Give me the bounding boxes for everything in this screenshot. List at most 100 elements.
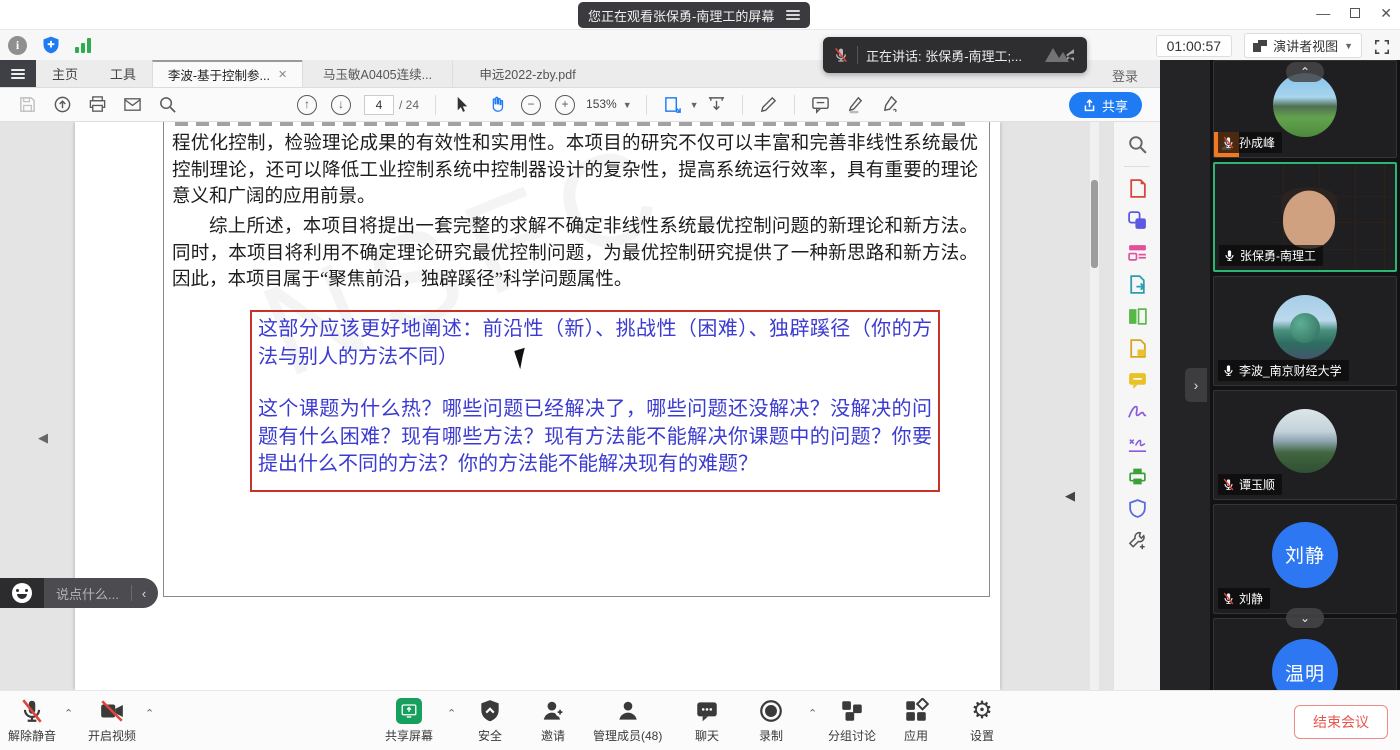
zoom-out-button[interactable]: − <box>521 95 541 115</box>
settings-button[interactable]: ⚙ 设置 <box>970 698 994 744</box>
apps-button[interactable]: 应用 <box>903 698 929 744</box>
save-icon[interactable] <box>18 95 37 114</box>
pdf-menu-button[interactable] <box>0 60 36 87</box>
open-file-icon[interactable] <box>53 95 72 114</box>
manage-members-button[interactable]: 管理成员(48) <box>593 698 662 744</box>
mic-options-chevron[interactable]: ⌃ <box>64 707 73 720</box>
annotation-box[interactable]: 这部分应该更好地阐述：前沿性（新）、挑战性（困难）、独辟蹊径（你的方法与别人的方… <box>250 310 940 492</box>
edit-pencil-icon[interactable] <box>759 95 778 114</box>
zoom-in-button[interactable]: + <box>555 95 575 115</box>
combine-files-icon[interactable] <box>1127 210 1148 231</box>
start-video-button[interactable]: 开启视频 <box>88 698 136 744</box>
previous-page-button[interactable]: ↑ <box>297 95 317 115</box>
comment-icon[interactable] <box>811 95 830 114</box>
search-icon[interactable] <box>1127 134 1148 155</box>
hand-tool-icon[interactable] <box>487 95 506 114</box>
record-options-chevron[interactable]: ⌃ <box>808 707 817 720</box>
fit-width-icon[interactable] <box>707 95 726 114</box>
page-number-input[interactable]: 4 <box>364 95 394 115</box>
banner-menu-icon[interactable] <box>786 8 800 22</box>
share-screen-button[interactable]: 共享屏幕 <box>385 698 433 744</box>
invite-button[interactable]: 邀请 <box>540 698 566 744</box>
document-scrollbar[interactable] <box>1090 122 1099 690</box>
participant-name: 孙成峰 <box>1239 134 1275 151</box>
zoom-dropdown-icon[interactable]: ▼ <box>623 100 632 110</box>
print-production-icon[interactable] <box>1127 466 1148 487</box>
breakout-rooms-button[interactable]: 分组讨论 <box>828 698 876 744</box>
protect-icon[interactable] <box>1127 498 1148 519</box>
convert-pdf-icon[interactable] <box>1127 178 1148 199</box>
zoom-level[interactable]: 153% <box>586 97 617 112</box>
split-view-icon[interactable] <box>1127 306 1148 327</box>
email-icon[interactable] <box>123 95 142 114</box>
search-icon[interactable] <box>158 95 177 114</box>
quick-chat-bar: 说点什么... ‹ <box>0 578 158 608</box>
participant-tile[interactable]: 李波_南京财经大学 <box>1213 276 1397 386</box>
mic-on-icon <box>1222 364 1235 377</box>
unmute-button[interactable]: 解除静音 <box>8 698 56 744</box>
fullscreen-icon[interactable] <box>1374 39 1390 55</box>
members-icon <box>615 698 641 724</box>
participant-tile[interactable]: 温明 <box>1213 618 1397 690</box>
titlebar: 您正在观看张保勇-南理工的屏幕 — ✕ <box>0 0 1400 30</box>
participant-tile[interactable]: 谭玉顺 <box>1213 390 1397 500</box>
login-link[interactable]: 登录 <box>1112 66 1138 85</box>
stamp-sign-icon[interactable] <box>881 95 900 114</box>
participant-tile[interactable]: 刘静 刘静 <box>1213 504 1397 614</box>
next-page-button[interactable]: ↓ <box>331 95 351 115</box>
close-button[interactable]: ✕ <box>1380 4 1392 22</box>
shared-screen-pdf-app: 主页 工具 李波-基于控制参... ✕ 马玉敏A0405连续... 申远2022… <box>0 60 1160 690</box>
maximize-button[interactable] <box>1350 4 1360 22</box>
chat-collapse-arrow-icon[interactable]: ‹ <box>132 586 158 601</box>
fit-dropdown-icon[interactable]: ▼ <box>690 100 699 110</box>
participant-tile-active-speaker[interactable]: 张保勇-南理工 <box>1213 162 1397 272</box>
more-tools-icon[interactable] <box>1127 530 1148 551</box>
sidebar-expand-handle[interactable]: › <box>1185 368 1207 402</box>
fill-sign-icon[interactable] <box>1127 434 1148 455</box>
smiley-icon <box>12 583 32 603</box>
comments-icon[interactable] <box>1127 370 1148 391</box>
minimize-button[interactable]: — <box>1316 4 1330 22</box>
create-file-icon[interactable] <box>1127 338 1148 359</box>
security-button[interactable]: 安全 <box>477 698 503 744</box>
document-viewport[interactable]: ◀ NSFC 程优化控制，检验理论成果的有效性和实用性。本项目的研究不仅可以丰富… <box>0 122 1113 690</box>
sign-icon[interactable] <box>1127 402 1148 423</box>
chat-input[interactable]: 说点什么... <box>44 584 131 603</box>
record-button[interactable]: 录制 <box>758 698 784 744</box>
tab-tools[interactable]: 工具 <box>94 60 152 87</box>
mic-muted-icon <box>1222 136 1235 149</box>
speaking-indicator: 正在讲话: 张保勇-南理工;... <box>823 37 1087 73</box>
doc-tab-active[interactable]: 李波-基于控制参... ✕ <box>152 60 302 87</box>
pdf-share-button[interactable]: 共享 <box>1069 92 1142 118</box>
network-security-shield-icon[interactable] <box>41 35 61 55</box>
meeting-info-icon[interactable]: i <box>8 36 27 55</box>
settings-gear-icon: ⚙ <box>971 698 993 724</box>
tab-home[interactable]: 主页 <box>36 60 94 87</box>
pdf-page: NSFC 程优化控制，检验理论成果的有效性和实用性。本项目的研究不仅可以丰富和完… <box>75 122 1000 690</box>
mic-muted-icon <box>833 47 849 63</box>
participant-sidebar: ⌃ 孙成峰 <box>1210 60 1400 690</box>
emoji-button[interactable] <box>0 578 44 608</box>
highlighter-icon[interactable] <box>846 95 865 114</box>
fit-page-icon[interactable] <box>663 95 682 114</box>
scroll-up-button[interactable]: ⌃ <box>1286 62 1324 82</box>
view-mode-label: 演讲者视图 <box>1273 36 1338 55</box>
mic-on-icon <box>1223 249 1236 262</box>
panel-collapse-arrow-icon[interactable]: ◀ <box>1065 488 1075 504</box>
pdf-toolbar: ↑ ↓ 4 / 24 − + 153% ▼ ▼ <box>0 88 1160 122</box>
tab-close-icon[interactable]: ✕ <box>278 68 287 81</box>
select-tool-icon[interactable] <box>452 95 471 114</box>
scroll-down-button[interactable]: ⌄ <box>1286 608 1324 628</box>
export-pdf-icon[interactable] <box>1127 274 1148 295</box>
video-options-chevron[interactable]: ⌃ <box>145 707 154 720</box>
chat-button[interactable]: 聊天 <box>694 698 720 744</box>
scrollbar-thumb[interactable] <box>1091 180 1098 268</box>
end-meeting-button[interactable]: 结束会议 <box>1294 705 1388 739</box>
doc-tab-3[interactable]: 申远2022-zby.pdf <box>452 60 602 87</box>
organize-pages-icon[interactable] <box>1127 242 1148 263</box>
print-icon[interactable] <box>88 95 107 114</box>
doc-tab-2[interactable]: 马玉敏A0405连续... <box>302 60 452 87</box>
view-mode-selector[interactable]: 演讲者视图 ▼ <box>1244 33 1362 58</box>
share-options-chevron[interactable]: ⌃ <box>447 707 456 720</box>
previous-page-arrow-icon[interactable]: ◀ <box>38 430 48 446</box>
